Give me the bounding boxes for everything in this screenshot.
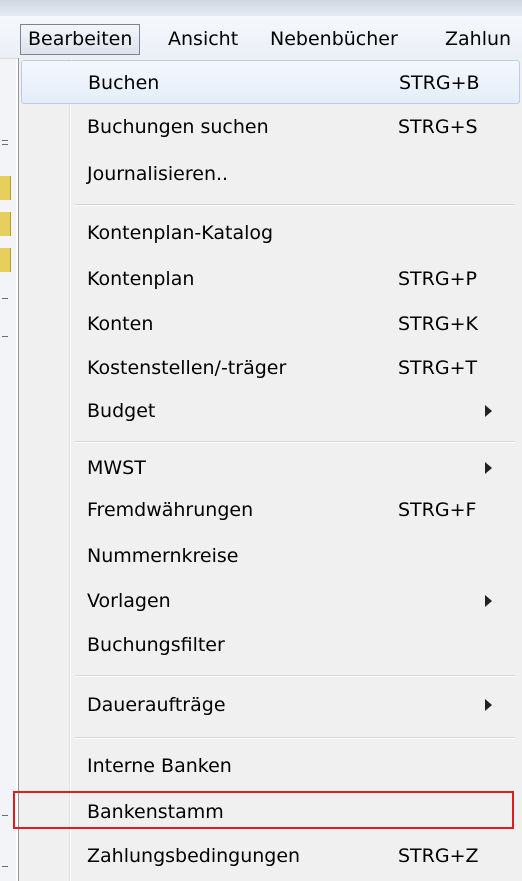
- menu-separator: [75, 675, 515, 677]
- menu-item-shortcut: STRG+K: [398, 313, 478, 335]
- menu-item-mwst[interactable]: MWST: [19, 446, 522, 490]
- menu-nebenbuecher[interactable]: Nebenbücher: [263, 24, 405, 55]
- menu-item-label: Vorlagen: [87, 590, 171, 612]
- menu-bearbeiten[interactable]: Bearbeiten: [20, 24, 141, 55]
- menu-item-journalisieren[interactable]: Journalisieren..: [19, 152, 522, 196]
- menu-ansicht[interactable]: Ansicht: [161, 24, 245, 55]
- menu-item-kontenplan[interactable]: Kontenplan STRG+P: [19, 257, 522, 301]
- menu-item-label: Kontenplan: [87, 268, 195, 290]
- menu-item-buchungsfilter[interactable]: Buchungsfilter: [19, 623, 522, 667]
- tree-line: [2, 140, 8, 141]
- menu-item-shortcut: STRG+B: [399, 72, 480, 94]
- tree-line: [2, 336, 8, 337]
- menu-item-bankenstamm[interactable]: Bankenstamm: [19, 790, 522, 834]
- tree-line: [2, 144, 8, 145]
- menu-item-label: Buchungsfilter: [87, 634, 225, 656]
- menu-item-shortcut: STRG+P: [398, 268, 477, 290]
- menu-separator: [75, 737, 515, 739]
- menu-item-zahlungsbedingungen[interactable]: Zahlungsbedingungen STRG+Z: [19, 834, 522, 878]
- menu-item-label: Fremdwährungen: [87, 499, 254, 521]
- bearbeiten-dropdown-menu: Buchen STRG+B Buchungen suchen STRG+S Jo…: [18, 58, 522, 881]
- menu-item-interne-banken[interactable]: Interne Banken: [19, 744, 522, 788]
- menu-item-label: Kostenstellen/-träger: [87, 357, 287, 379]
- menu-item-shortcut: STRG+S: [398, 116, 478, 138]
- menu-item-budget[interactable]: Budget: [19, 389, 522, 433]
- menu-zahlungen[interactable]: Zahlun: [438, 24, 518, 55]
- menu-item-label: Konten: [87, 313, 154, 335]
- submenu-arrow-icon: [485, 699, 492, 711]
- background-window-edge: [0, 0, 16, 881]
- menu-item-label: Budget: [87, 400, 156, 422]
- menu-item-kontenplan-katalog[interactable]: Kontenplan-Katalog: [19, 211, 522, 255]
- tree-line: [2, 298, 8, 299]
- menu-item-label: Interne Banken: [87, 755, 232, 777]
- menu-separator: [75, 441, 515, 443]
- menu-item-buchen[interactable]: Buchen STRG+B: [21, 60, 520, 104]
- menu-item-buchungen-suchen[interactable]: Buchungen suchen STRG+S: [19, 105, 522, 149]
- menu-separator: [75, 204, 515, 206]
- menu-item-label: Kontenplan-Katalog: [87, 222, 274, 244]
- menu-item-label: Bankenstamm: [87, 801, 224, 823]
- menu-item-nummernkreise[interactable]: Nummernkreise: [19, 534, 522, 578]
- menu-item-shortcut: STRG+Z: [398, 845, 479, 867]
- tree-line: [2, 866, 8, 867]
- menu-item-fremdwaehrungen[interactable]: Fremdwährungen STRG+F: [19, 488, 522, 532]
- menu-item-label: MWST: [87, 457, 146, 479]
- menu-item-label: Zahlungsbedingungen: [87, 845, 301, 867]
- menu-item-shortcut: STRG+T: [398, 357, 478, 379]
- menu-bar: Bearbeiten Ansicht Nebenbücher Zahlun: [0, 0, 522, 59]
- menu-item-kostenstellen[interactable]: Kostenstellen/-träger STRG+T: [19, 346, 522, 390]
- folder-icon: [0, 176, 11, 200]
- folder-icon: [0, 212, 11, 236]
- menu-item-label: Buchen: [88, 72, 160, 94]
- menu-item-label: Daueraufträge: [87, 694, 226, 716]
- submenu-arrow-icon: [485, 595, 492, 607]
- tree-line: [2, 815, 8, 816]
- menu-item-konten[interactable]: Konten STRG+K: [19, 302, 522, 346]
- menu-item-label: Nummernkreise: [87, 545, 239, 567]
- menu-item-shortcut: STRG+F: [398, 499, 477, 521]
- menu-item-dauerauftraege[interactable]: Daueraufträge: [19, 683, 522, 727]
- folder-icon: [0, 248, 11, 272]
- menu-item-label: Buchungen suchen: [87, 116, 269, 138]
- submenu-arrow-icon: [485, 462, 492, 474]
- submenu-arrow-icon: [485, 405, 492, 417]
- menu-item-label: Journalisieren..: [87, 163, 229, 185]
- title-bar-remnant: [0, 0, 522, 16]
- menu-item-vorlagen[interactable]: Vorlagen: [19, 579, 522, 623]
